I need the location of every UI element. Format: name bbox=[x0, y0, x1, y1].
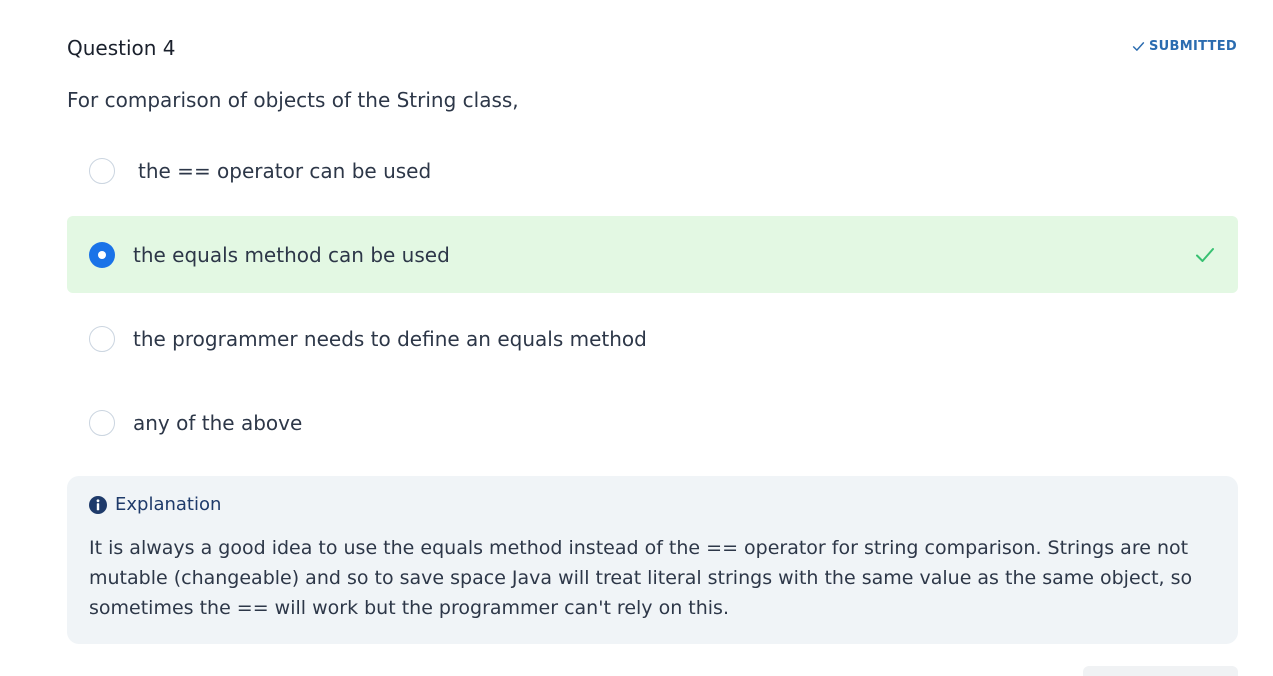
question-card: Question 4 SUBMITTED For comparison of o… bbox=[0, 0, 1273, 676]
status-label: SUBMITTED bbox=[1148, 39, 1237, 54]
answer-option-1[interactable]: the == operator can be used bbox=[67, 132, 1238, 209]
option-label: the equals method can be used bbox=[133, 242, 450, 267]
radio-button[interactable] bbox=[89, 409, 115, 436]
check-icon bbox=[1132, 42, 1145, 51]
radio-button-selected[interactable] bbox=[89, 241, 115, 268]
next-button[interactable] bbox=[1083, 666, 1238, 676]
submitted-status: SUBMITTED bbox=[1132, 39, 1237, 54]
answer-option-3[interactable]: the programmer needs to define an equals… bbox=[67, 300, 1238, 377]
explanation-panel: Explanation It is always a good idea to … bbox=[67, 476, 1238, 644]
option-label: any of the above bbox=[133, 410, 303, 435]
radio-button[interactable] bbox=[89, 325, 115, 352]
answer-option-2[interactable]: the equals method can be used bbox=[67, 216, 1238, 293]
explanation-heading-row: Explanation bbox=[89, 494, 1216, 515]
info-circle-icon bbox=[89, 495, 107, 514]
option-label: the == operator can be used bbox=[138, 158, 432, 183]
explanation-heading: Explanation bbox=[115, 494, 222, 515]
question-text: For comparison of objects of the String … bbox=[67, 88, 519, 112]
radio-button[interactable] bbox=[89, 157, 115, 184]
question-title: Question 4 bbox=[67, 36, 176, 60]
answer-option-4[interactable]: any of the above bbox=[67, 384, 1238, 461]
correct-check-icon bbox=[1196, 247, 1214, 262]
explanation-text: It is always a good idea to use the equa… bbox=[89, 537, 1193, 619]
option-label: the programmer needs to define an equals… bbox=[133, 326, 647, 351]
